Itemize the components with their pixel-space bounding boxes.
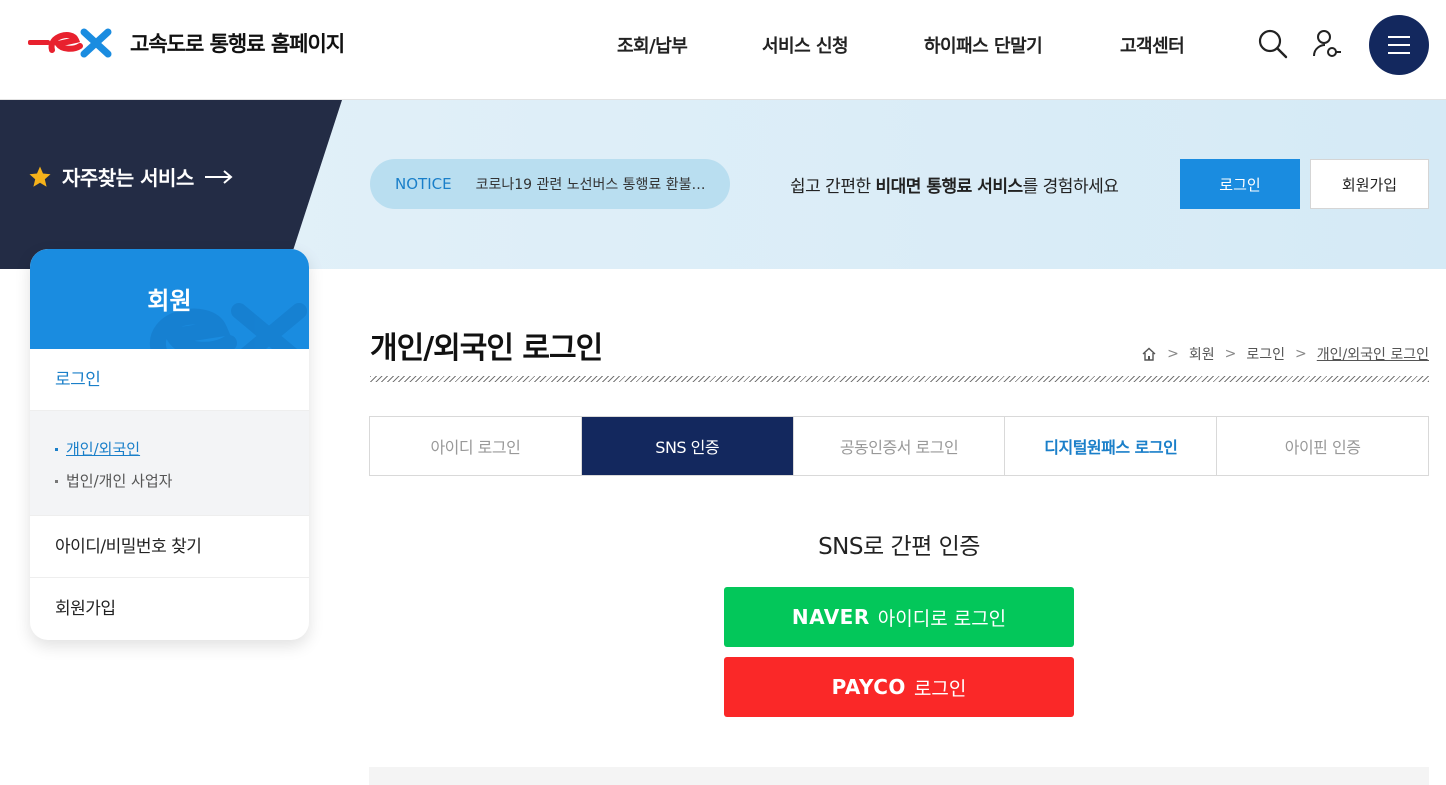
banner-login-button[interactable]: 로그인 [1180,159,1300,209]
sub-item-corporate[interactable]: 법인/개인 사업자 [55,465,309,497]
home-icon[interactable] [1141,346,1157,362]
payco-brand: PAYCO [831,675,906,699]
menu-bar-icon [1388,52,1410,54]
page-title: 개인/외국인 로그인 [370,331,603,366]
nav-item-inquiry-payment[interactable]: 조회/납부 [617,32,688,58]
site-header: 고속도로 통행료 홈페이지 조회/납부 서비스 신청 하이패스 단말기 고객센터 [0,0,1446,100]
tab-sns-auth[interactable]: SNS 인증 [581,417,794,475]
bullet-icon [55,447,58,451]
side-menu-title: 회원 [147,287,192,315]
menu-bar-icon [1388,36,1410,38]
tab-id-login[interactable]: 아이디 로그인 [370,417,582,475]
nav-item-customer-center[interactable]: 고객센터 [1120,32,1185,58]
side-menu: 회원 로그인 개인/외국인 법인/개인 사업자 아이디/비밀번호 찾기 회원가입 [30,249,309,640]
naver-brand: NAVER [791,605,870,629]
breadcrumb-current[interactable]: 개인/외국인 로그인 [1317,344,1429,364]
payco-login-button[interactable]: PAYCO 로그인 [724,657,1074,717]
side-menu-header: 회원 [30,249,309,349]
side-submenu-login: 개인/외국인 법인/개인 사업자 [30,411,309,516]
promo-text: 쉽고 간편한 비대면 통행료 서비스를 경험하세요 [790,172,1119,197]
payco-login-label: 로그인 [913,677,967,700]
breadcrumb-login[interactable]: 로그인 [1246,344,1285,364]
notice-text[interactable]: 코로나19 관련 노선버스 통행료 환불 안내 [476,174,708,194]
sub-item-personal-label: 개인/외국인 [66,440,141,458]
sub-item-corporate-label: 법인/개인 사업자 [66,472,173,490]
chevron-right-icon: > [1224,346,1237,362]
menu-bar-icon [1388,44,1410,46]
chevron-right-icon: > [1167,346,1179,362]
notice-ticker[interactable]: NOTICE 코로나19 관련 노선버스 통행료 환불 안내 [370,159,730,209]
logo-text: 고속도로 통행료 홈페이지 [130,32,345,56]
top-banner: 자주찾는 서비스 NOTICE 코로나19 관련 노선버스 통행료 환불 안내 … [0,100,1446,269]
arrow-right-icon [204,169,233,184]
search-icon[interactable] [1257,28,1289,60]
hamburger-menu-button[interactable] [1369,15,1429,75]
favorites-label: 자주찾는 서비스 [62,166,194,190]
breadcrumb-member[interactable]: 회원 [1189,344,1215,364]
promo-suffix: 를 경험하세요 [1022,177,1119,197]
bullet-icon [55,479,58,483]
sns-section-title: SNS로 간편 인증 [818,534,980,560]
promo-prefix: 쉽고 간편한 [790,177,876,197]
tab-ipin-auth[interactable]: 아이핀 인증 [1217,417,1428,475]
star-icon [29,166,51,187]
ex-logo-icon [28,28,112,58]
info-box [369,767,1429,785]
favorites-link[interactable]: 자주찾는 서비스 [28,162,234,191]
login-tabs: 아이디 로그인 SNS 인증 공동인증서 로그인 디지털원패스 로그인 아이핀 … [369,416,1429,476]
naver-login-label: 아이디로 로그인 [877,607,1007,630]
banner-join-button[interactable]: 회원가입 [1310,159,1429,209]
tab-certificate-login[interactable]: 공동인증서 로그인 [793,417,1006,475]
promo-bold: 비대면 통행료 서비스 [875,177,1024,197]
sub-item-personal[interactable]: 개인/외국인 [55,433,309,465]
nav-item-hipass-device[interactable]: 하이패스 단말기 [924,32,1043,58]
nav-item-service-apply[interactable]: 서비스 신청 [762,32,849,58]
breadcrumb: > 회원 > 로그인 > 개인/외국인 로그인 [1141,344,1429,364]
site-logo[interactable]: 고속도로 통행료 홈페이지 [28,28,345,58]
notice-tag: NOTICE [395,175,452,193]
side-item-join[interactable]: 회원가입 [30,578,309,640]
naver-login-button[interactable]: NAVER 아이디로 로그인 [724,587,1074,647]
title-divider [370,376,1429,382]
side-item-login[interactable]: 로그인 [30,349,309,411]
chevron-right-icon: > [1295,346,1307,362]
tab-digital-onepass-login[interactable]: 디지털원패스 로그인 [1005,417,1218,475]
user-icon[interactable] [1311,28,1343,60]
